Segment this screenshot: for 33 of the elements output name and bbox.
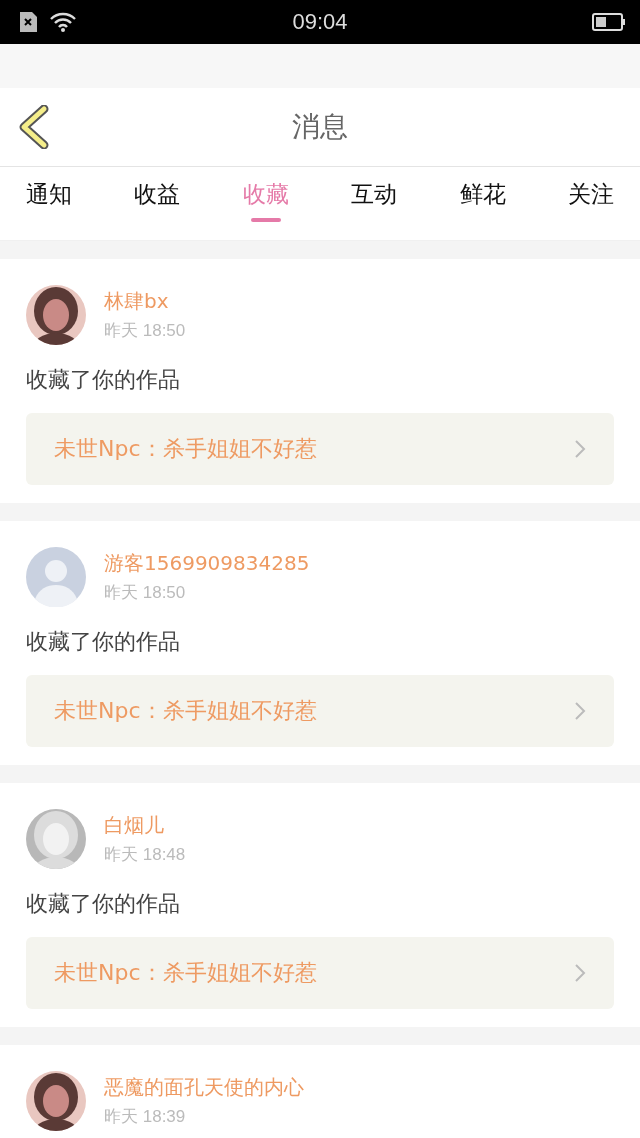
work-title: 未世Npc：杀手姐姐不好惹 (54, 959, 317, 987)
timestamp: 昨天 18:39 (104, 1106, 187, 1128)
page-title: 消息 (292, 109, 348, 145)
message-text: 收藏了你的作品 (26, 366, 181, 394)
work-link[interactable]: 未世Npc：杀手姐姐不好惹 (26, 675, 614, 747)
tab[interactable]: 鲜花 (455, 175, 510, 222)
avatar-silhouette-icon (26, 547, 86, 607)
status-time: 09:04 (292, 9, 348, 35)
message-text: 收藏了你的作品 (26, 628, 181, 656)
tab[interactable]: 通知 (22, 175, 76, 222)
chevron-right-icon (574, 439, 586, 459)
timestamp: 昨天 18:48 (104, 844, 186, 866)
timestamp: 昨天 18:50 (104, 582, 187, 604)
work-title: 未世Npc：杀手姐姐不好惹 (54, 697, 317, 725)
wifi-icon (50, 12, 76, 32)
chevron-right-icon (574, 963, 586, 983)
back-icon[interactable] (18, 105, 50, 149)
sim-card-icon (18, 11, 38, 33)
message-text: 收藏了你的作品 (26, 890, 181, 918)
work-link[interactable]: 未世Npc：杀手姐姐不好惹 (26, 937, 614, 1009)
timestamp: 昨天 18:50 (104, 320, 186, 342)
chevron-right-icon (574, 701, 586, 721)
work-link[interactable]: 未世Npc：杀手姐姐不好惹 (26, 413, 614, 485)
battery-icon (592, 13, 626, 31)
tab[interactable]: 收藏 (238, 175, 293, 222)
user-name[interactable]: 游客1569909834285 (104, 550, 310, 577)
tab[interactable]: 互动 (347, 175, 402, 222)
tab[interactable]: 关注 (563, 175, 618, 222)
user-name[interactable]: 恶魔的面孔天使的内心 (104, 1074, 304, 1101)
work-title: 未世Npc：杀手姐姐不好惹 (54, 435, 317, 463)
tab[interactable]: 收益 (130, 175, 185, 222)
user-name[interactable]: 林肆bx (104, 288, 186, 315)
user-name[interactable]: 白烟儿 (104, 812, 186, 839)
